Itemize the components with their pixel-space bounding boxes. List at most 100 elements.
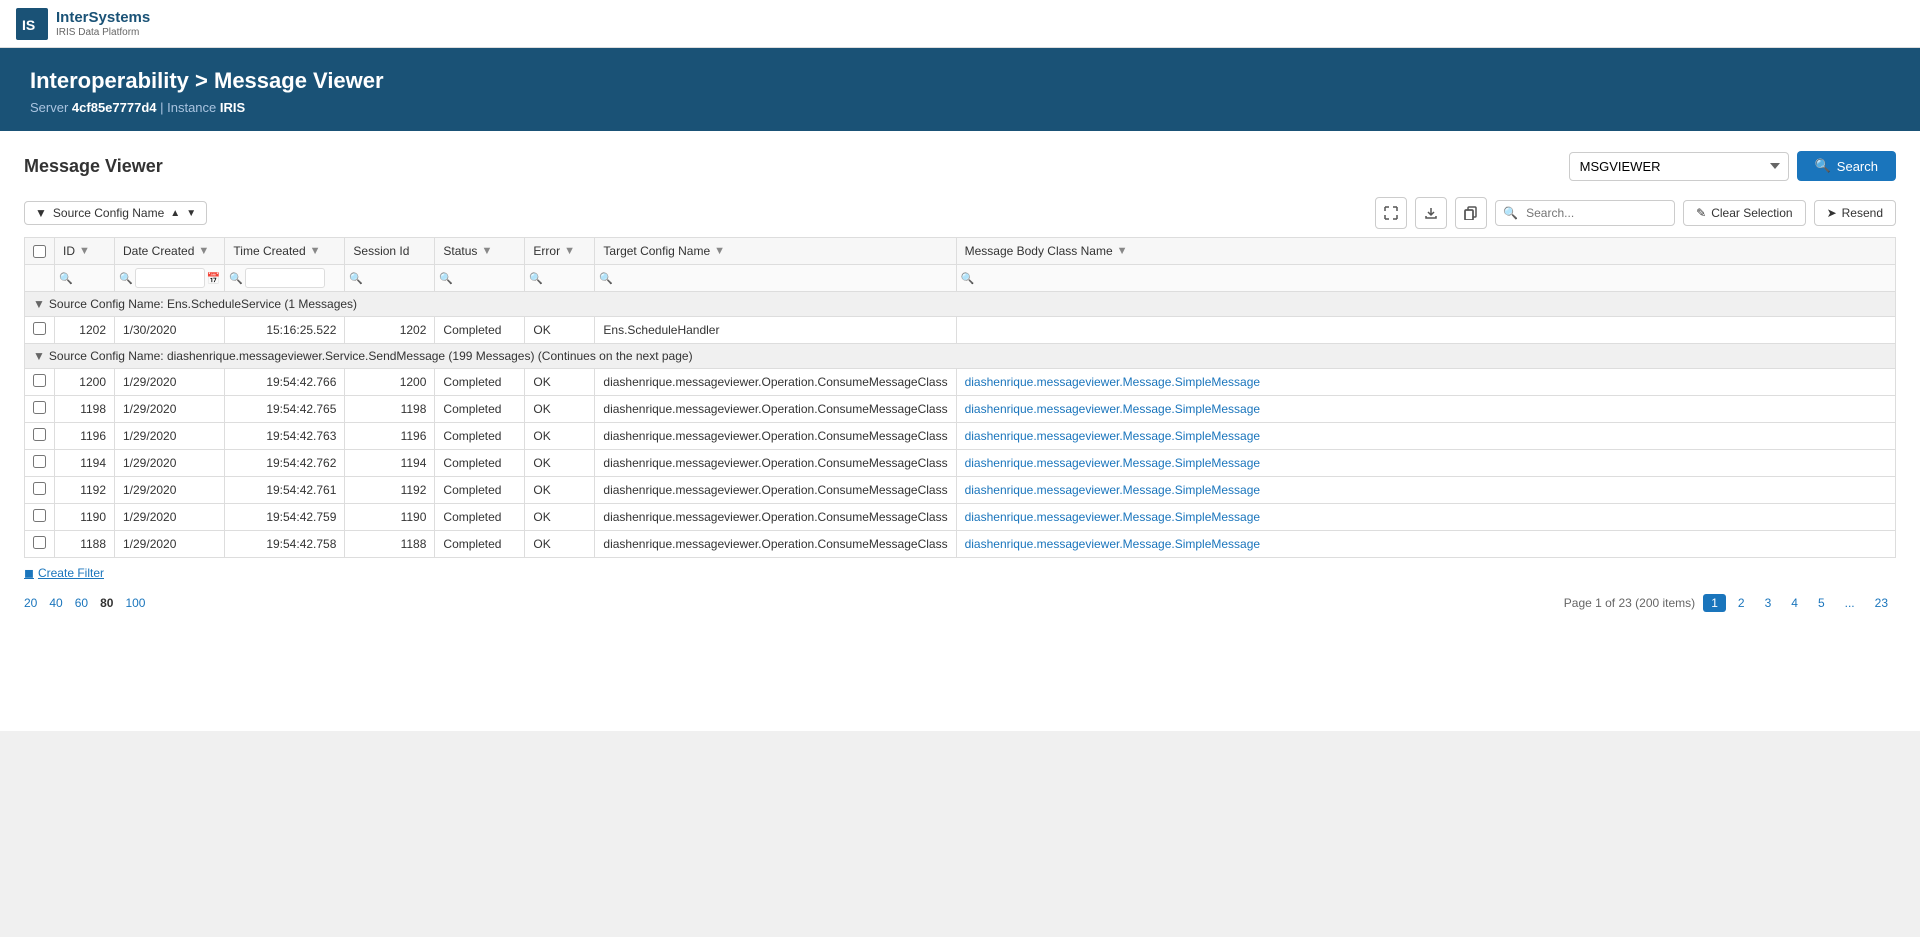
error-filter-icon[interactable]: ▼ [564, 245, 575, 257]
row-checkbox[interactable] [33, 455, 46, 468]
calendar-icon[interactable]: 📅 [207, 272, 221, 285]
page-size-60[interactable]: 60 [75, 596, 88, 610]
target-filter-icon[interactable]: ▼ [714, 245, 725, 257]
row-id[interactable]: 1190 [55, 504, 115, 531]
id-filter-icon[interactable]: ▼ [79, 245, 90, 257]
top-nav-bar: IS InterSystems IRIS Data Platform [0, 0, 1920, 48]
row-msgbody: diashenrique.messageviewer.Message.Simpl… [956, 504, 1895, 531]
row-checkbox-cell [25, 531, 55, 558]
pagination-info: Page 1 of 23 (200 items) 1 2 3 4 5 ... 2… [1564, 594, 1896, 612]
clear-selection-button[interactable]: ✎ Clear Selection [1683, 200, 1805, 226]
error-filter-search-icon: 🔍 [529, 272, 543, 285]
row-error: OK [525, 396, 595, 423]
row-id[interactable]: 1192 [55, 477, 115, 504]
page-size-80[interactable]: 80 [100, 596, 113, 610]
page-size-40[interactable]: 40 [49, 596, 62, 610]
table-row[interactable]: 1192 1/29/2020 19:54:42.761 1192 Complet… [25, 477, 1896, 504]
session-filter-search-icon: 🔍 [349, 272, 363, 285]
create-filter-area: ◼ Create Filter [24, 566, 1896, 580]
table-row[interactable]: 1198 1/29/2020 19:54:42.765 1198 Complet… [25, 396, 1896, 423]
header-search-button[interactable]: 🔍 Search [1797, 151, 1896, 181]
filter-row: ▼ Source Config Name ▲ ▼ [24, 197, 1896, 229]
th-target-label: Target Config Name [603, 244, 710, 258]
row-status: Completed [435, 450, 525, 477]
msgbody-filter-icon[interactable]: ▼ [1117, 245, 1128, 257]
page-link-4[interactable]: 4 [1783, 594, 1806, 612]
table-header-row: ID ▼ Date Created ▼ Time Created ▼ [25, 238, 1896, 265]
source-config-filter[interactable]: ▼ Source Config Name ▲ ▼ [24, 201, 207, 225]
row-checkbox[interactable] [33, 322, 46, 335]
filter-target-cell: 🔍 [595, 265, 956, 292]
source-config-label: Source Config Name [53, 206, 164, 220]
row-msgbody: diashenrique.messageviewer.Message.Simpl… [956, 531, 1895, 558]
resend-button[interactable]: ➤ Resend [1814, 200, 1896, 226]
select-all-checkbox[interactable] [33, 245, 46, 258]
filter-session-cell: 🔍 [345, 265, 435, 292]
page-link-last[interactable]: 23 [1867, 594, 1896, 612]
table-row[interactable]: 1194 1/29/2020 19:54:42.762 1194 Complet… [25, 450, 1896, 477]
table-row[interactable]: 1190 1/29/2020 19:54:42.759 1190 Complet… [25, 504, 1896, 531]
date-filter-input[interactable] [135, 268, 205, 288]
row-id[interactable]: 1198 [55, 396, 115, 423]
copy-icon-button[interactable] [1455, 197, 1487, 229]
row-id[interactable]: 1194 [55, 450, 115, 477]
status-filter-icon[interactable]: ▼ [481, 245, 492, 257]
expand-icon-button[interactable] [1375, 197, 1407, 229]
row-checkbox[interactable] [33, 428, 46, 441]
row-date: 1/29/2020 [115, 450, 225, 477]
page-link-2[interactable]: 2 [1730, 594, 1753, 612]
th-id: ID ▼ [55, 238, 115, 265]
header-right: MSGVIEWER 🔍 Search [1569, 151, 1896, 181]
global-search-input[interactable] [1495, 200, 1675, 226]
row-checkbox[interactable] [33, 536, 46, 549]
row-id[interactable]: 1200 [55, 369, 115, 396]
row-target: diashenrique.messageviewer.Operation.Con… [595, 477, 956, 504]
row-checkbox[interactable] [33, 401, 46, 414]
instance-label: Instance [167, 100, 216, 115]
group-row: ▼Source Config Name: Ens.ScheduleService… [25, 292, 1896, 317]
row-session: 1192 [345, 477, 435, 504]
row-date: 1/29/2020 [115, 504, 225, 531]
row-checkbox[interactable] [33, 509, 46, 522]
collapse-button[interactable]: ▼ [33, 297, 45, 311]
collapse-button[interactable]: ▼ [33, 349, 45, 363]
row-time: 19:54:42.761 [225, 477, 345, 504]
row-checkbox[interactable] [33, 374, 46, 387]
row-time: 19:54:42.766 [225, 369, 345, 396]
sort-up-icon: ▲ [170, 208, 180, 219]
time-filter-icon[interactable]: ▼ [310, 245, 321, 257]
page-size-20[interactable]: 20 [24, 596, 37, 610]
namespace-select[interactable]: MSGVIEWER [1569, 152, 1789, 181]
row-target: diashenrique.messageviewer.Operation.Con… [595, 396, 956, 423]
time-filter-input[interactable] [245, 268, 325, 288]
page-link-5[interactable]: 5 [1810, 594, 1833, 612]
row-status: Completed [435, 317, 525, 344]
row-session: 1190 [345, 504, 435, 531]
row-id[interactable]: 1196 [55, 423, 115, 450]
table-row[interactable]: 1188 1/29/2020 19:54:42.758 1188 Complet… [25, 531, 1896, 558]
row-time: 19:54:42.765 [225, 396, 345, 423]
row-status: Completed [435, 531, 525, 558]
export-icon-button[interactable] [1415, 197, 1447, 229]
row-session: 1202 [345, 317, 435, 344]
date-filter-icon[interactable]: ▼ [198, 245, 209, 257]
table-row[interactable]: 1202 1/30/2020 15:16:25.522 1202 Complet… [25, 317, 1896, 344]
page-link-1[interactable]: 1 [1703, 594, 1726, 612]
table-row[interactable]: 1196 1/29/2020 19:54:42.763 1196 Complet… [25, 423, 1896, 450]
row-error: OK [525, 504, 595, 531]
page-size-100[interactable]: 100 [125, 596, 145, 610]
brand-sub: IRIS Data Platform [56, 27, 150, 39]
table-body: ▼Source Config Name: Ens.ScheduleService… [25, 292, 1896, 558]
row-error: OK [525, 450, 595, 477]
create-filter-link[interactable]: ◼ Create Filter [24, 566, 1896, 580]
row-id[interactable]: 1188 [55, 531, 115, 558]
row-msgbody: diashenrique.messageviewer.Message.Simpl… [956, 423, 1895, 450]
th-status: Status ▼ [435, 238, 525, 265]
row-status: Completed [435, 504, 525, 531]
page-link-3[interactable]: 3 [1757, 594, 1780, 612]
th-date-created: Date Created ▼ [115, 238, 225, 265]
search-icon: 🔍 [1815, 158, 1831, 174]
row-checkbox[interactable] [33, 482, 46, 495]
row-id[interactable]: 1202 [55, 317, 115, 344]
table-row[interactable]: 1200 1/29/2020 19:54:42.766 1200 Complet… [25, 369, 1896, 396]
